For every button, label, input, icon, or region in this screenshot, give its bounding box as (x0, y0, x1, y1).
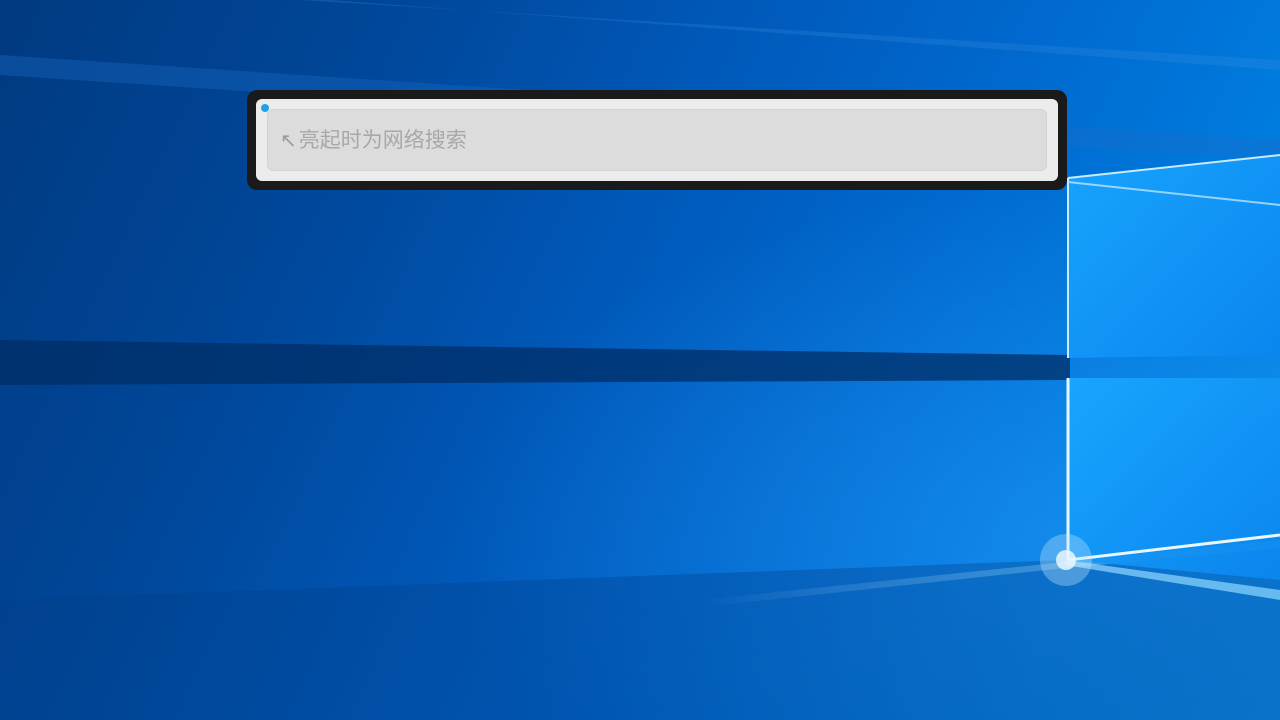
search-box[interactable]: ↖ (267, 109, 1047, 171)
launcher-window: ↖ (247, 90, 1067, 190)
search-input[interactable] (298, 110, 1046, 170)
launcher-panel: ↖ (256, 99, 1058, 181)
arrow-up-left-icon: ↖ (280, 128, 297, 152)
